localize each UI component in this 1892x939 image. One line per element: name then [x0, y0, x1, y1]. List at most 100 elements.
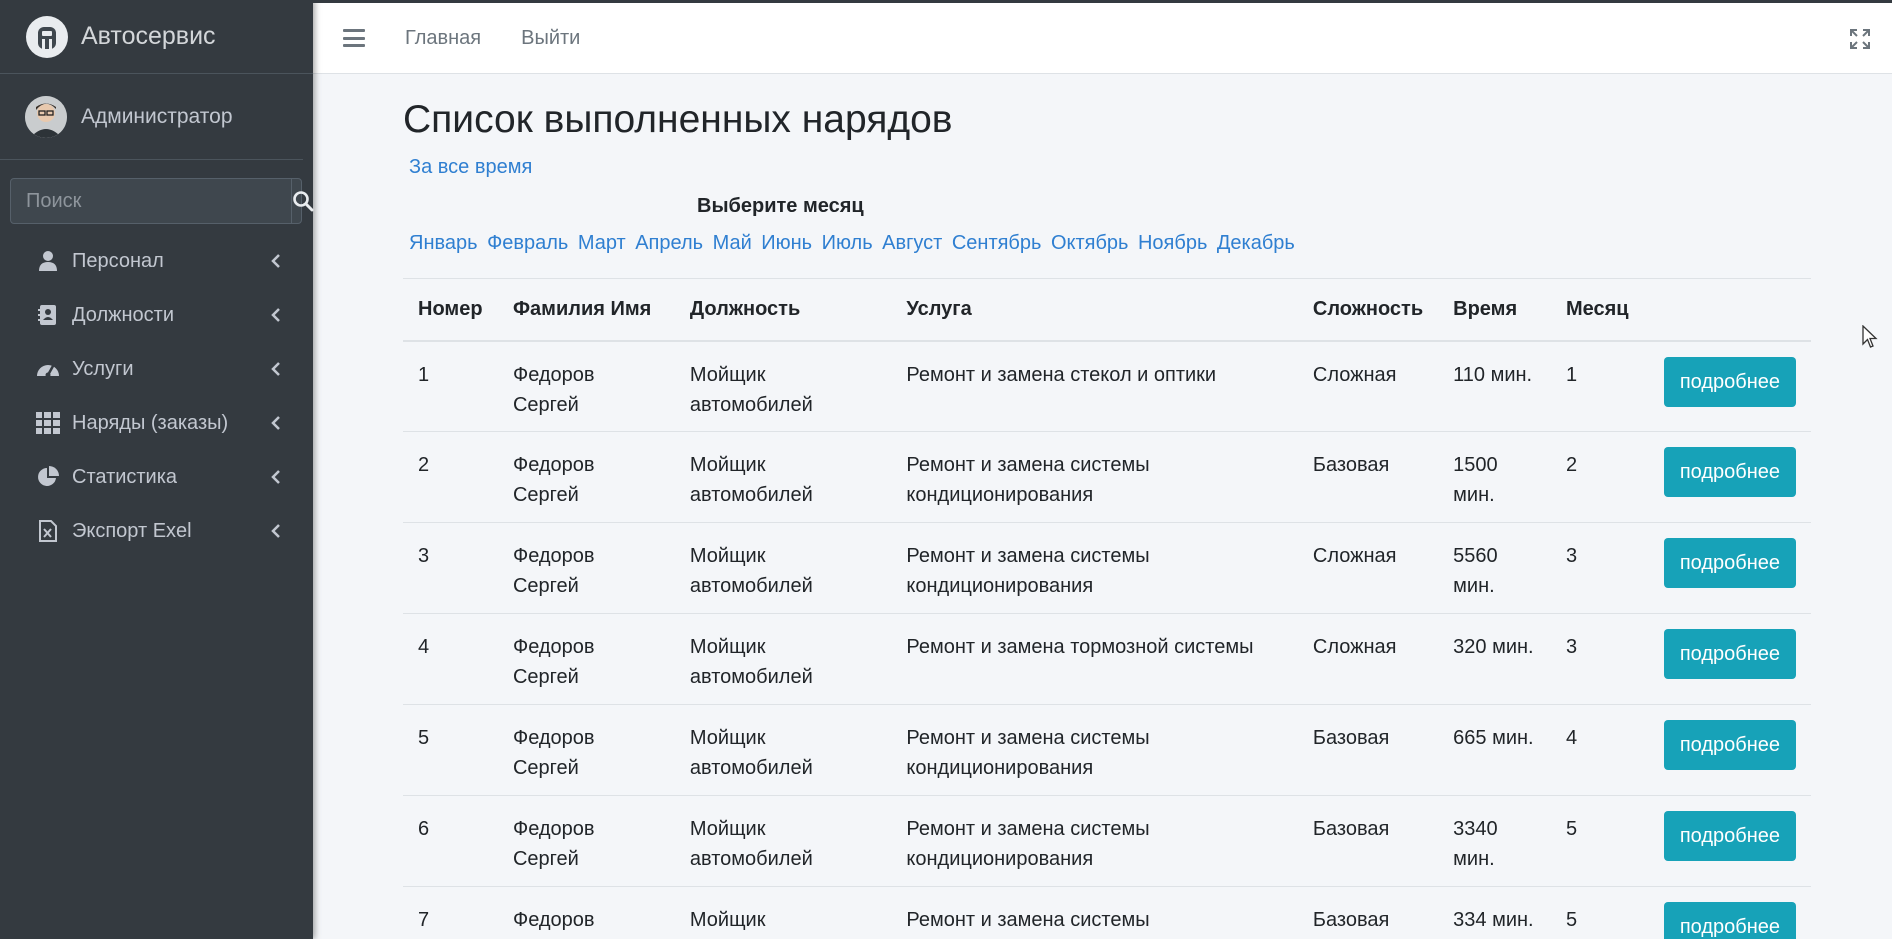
cell-service: Ремонт и замена системы кондиционировани…	[891, 431, 1298, 523]
cell-name: Федоров Сергей	[497, 704, 675, 796]
month-link-july[interactable]: Июль	[822, 232, 873, 255]
cell-complexity: Базовая	[1297, 431, 1439, 523]
cell-actions: подробнее	[1644, 340, 1811, 432]
cell-service: Ремонт и замена стекол и оптики	[891, 340, 1298, 432]
cell-name: Федоров Сергей	[497, 613, 675, 705]
sidebar-item-label: Экспорт Exel	[72, 519, 192, 542]
sidebar-item-label: Услуги	[72, 357, 134, 380]
month-link-august[interactable]: Август	[882, 232, 942, 255]
month-link-september[interactable]: Сентябрь	[952, 232, 1042, 255]
cell-month: 5	[1550, 795, 1645, 887]
cell-position: Мойщик автомобилей	[674, 704, 892, 796]
cell-time: 665 мин.	[1438, 704, 1551, 796]
month-link-october[interactable]: Октябрь	[1051, 232, 1129, 255]
excel-file-icon	[36, 519, 60, 543]
cell-complexity: Базовая	[1297, 886, 1439, 939]
cell-name: Федоров Сергей	[497, 795, 675, 887]
month-link-january[interactable]: Январь	[409, 232, 478, 255]
cell-time: 5560 мин.	[1438, 522, 1551, 614]
cell-actions: подробнее	[1644, 431, 1811, 523]
details-button[interactable]: подробнее	[1663, 356, 1796, 407]
cell-time: 320 мин.	[1438, 613, 1551, 705]
menu-toggle-icon[interactable]	[343, 29, 365, 47]
details-button[interactable]: подробнее	[1663, 902, 1796, 939]
table-row: 3 Федоров Сергей Мойщик автомобилей Ремо…	[403, 522, 1811, 614]
cell-time: 334 мин.	[1438, 886, 1551, 939]
cell-complexity: Сложная	[1297, 340, 1439, 432]
sidebar-item-personnel[interactable]: Персонал	[0, 234, 313, 288]
nav-home-link[interactable]: Главная	[405, 27, 481, 50]
table-row: 1 Федоров Сергей Мойщик автомобилей Ремо…	[403, 340, 1811, 432]
cell-service: Ремонт и замена тормозной системы	[891, 613, 1298, 705]
brand-link[interactable]: Автосервис	[0, 0, 313, 74]
details-button[interactable]: подробнее	[1663, 447, 1796, 497]
chevron-left-icon	[271, 416, 280, 430]
sidebar-item-positions[interactable]: Должности	[0, 288, 313, 342]
sidebar: Автосервис Администратор Поиск Персонал …	[0, 0, 314, 939]
tachometer-icon	[36, 357, 60, 381]
sidebar-item-services[interactable]: Услуги	[0, 342, 313, 396]
column-header-complexity: Сложность	[1297, 278, 1439, 342]
month-link-may[interactable]: Май	[713, 232, 752, 255]
chevron-left-icon	[271, 308, 280, 322]
cell-actions: подробнее	[1644, 795, 1811, 887]
chevron-left-icon	[271, 254, 280, 268]
cell-time: 1500 мин.	[1438, 431, 1551, 523]
table-row: 6 Федоров Сергей Мойщик автомобилей Ремо…	[403, 795, 1811, 887]
details-button[interactable]: подробнее	[1663, 538, 1796, 588]
chevron-left-icon	[271, 362, 280, 376]
user-name: Администратор	[81, 104, 233, 128]
cell-name: Федоров Сергей	[497, 522, 675, 614]
cell-complexity: Сложная	[1297, 522, 1439, 614]
cell-month: 1	[1550, 340, 1645, 432]
fullscreen-icon[interactable]	[1850, 29, 1870, 49]
sidebar-item-export[interactable]: Экспорт Exel	[0, 504, 313, 558]
month-link-march[interactable]: Март	[578, 232, 626, 255]
month-link-april[interactable]: Апрель	[635, 232, 703, 255]
chevron-left-icon	[271, 470, 280, 484]
month-link-february[interactable]: Февраль	[487, 232, 568, 255]
search-input[interactable]	[11, 179, 291, 223]
page-title: Список выполненных нарядов	[403, 98, 953, 141]
table-row: 5 Федоров Сергей Мойщик автомобилей Ремо…	[403, 704, 1811, 796]
details-button[interactable]: подробнее	[1663, 811, 1796, 861]
cell-service: Ремонт и замена системы кондиционировани…	[891, 704, 1298, 796]
cell-complexity: Базовая	[1297, 795, 1439, 887]
user-icon	[36, 249, 60, 273]
sidebar-item-label: Должности	[72, 303, 175, 326]
cell-actions: подробнее	[1644, 704, 1811, 796]
sidebar-item-statistics[interactable]: Статистика	[0, 450, 313, 504]
cell-complexity: Сложная	[1297, 613, 1439, 705]
chevron-left-icon	[271, 524, 280, 538]
cell-position: Мойщик автомобилей	[674, 340, 892, 432]
cell-actions: подробнее	[1644, 886, 1811, 939]
search-button[interactable]	[291, 179, 314, 223]
month-links: Январь Февраль Март Апрель Май Июнь Июль…	[409, 232, 1304, 255]
cell-time: 3340 мин.	[1438, 795, 1551, 887]
sidebar-item-label: Персонал	[72, 249, 164, 272]
cell-time: 110 мин.	[1438, 340, 1551, 432]
orders-table: Номер Фамилия Имя Должность Услуга Сложн…	[403, 278, 1811, 939]
cell-month: 4	[1550, 704, 1645, 796]
cell-name: Федоров Сергей	[497, 886, 675, 939]
cell-actions: подробнее	[1644, 613, 1811, 705]
sidebar-item-orders[interactable]: Наряды (заказы)	[0, 396, 313, 450]
cell-service: Ремонт и замена системы	[891, 886, 1298, 939]
table-row: 2 Федоров Сергей Мойщик автомобилей Ремо…	[403, 431, 1811, 523]
sidebar-item-label: Наряды (заказы)	[72, 411, 229, 434]
address-book-icon	[36, 303, 60, 327]
top-border	[0, 0, 1892, 3]
details-button[interactable]: подробнее	[1663, 629, 1796, 679]
month-link-november[interactable]: Ноябрь	[1138, 232, 1207, 255]
cell-actions: подробнее	[1644, 522, 1811, 614]
month-link-december[interactable]: Декабрь	[1217, 232, 1295, 255]
details-button[interactable]: подробнее	[1663, 720, 1796, 770]
cell-position: Мойщик автомобилей	[674, 795, 892, 887]
user-panel[interactable]: Администратор	[0, 74, 303, 160]
brand-name: Автосервис	[81, 22, 216, 50]
avatar	[25, 95, 67, 138]
cell-service: Ремонт и замена системы кондиционировани…	[891, 795, 1298, 887]
month-link-june[interactable]: Июнь	[761, 232, 812, 255]
nav-logout-link[interactable]: Выйти	[521, 27, 580, 50]
all-time-link[interactable]: За все время	[409, 156, 532, 179]
